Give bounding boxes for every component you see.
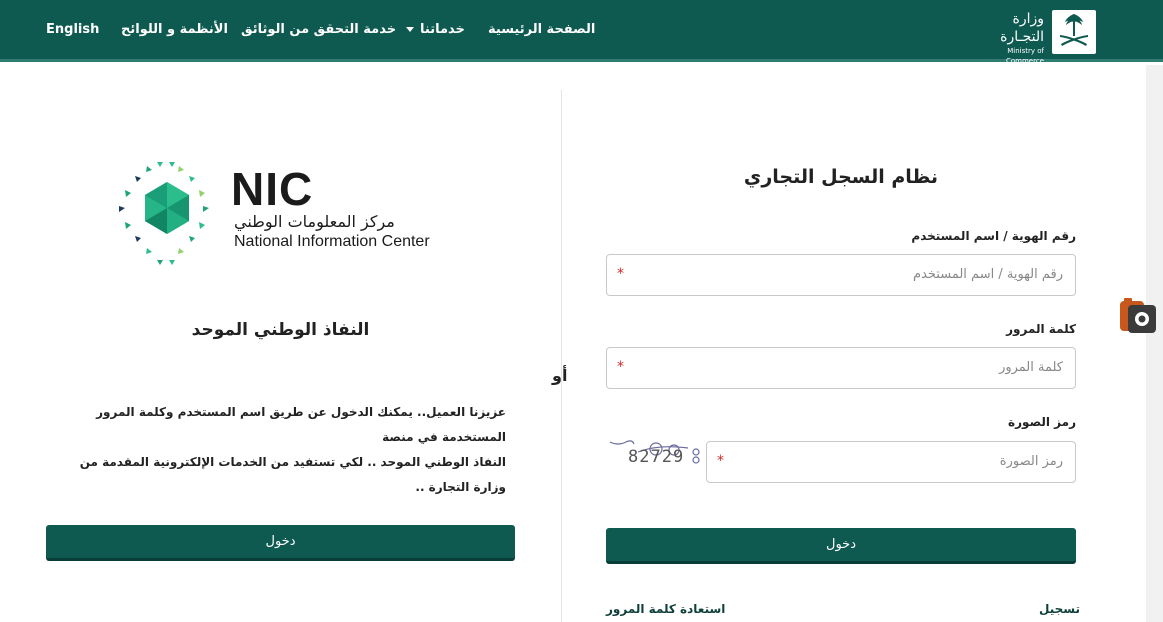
nic-wordmark: NIC [231, 163, 314, 215]
id-field-placeholder: رقم الهوية / اسم المستخدم [913, 267, 1063, 282]
captcha-image: 82729 [608, 438, 704, 470]
nic-name-en: National Information Center [234, 233, 430, 250]
sso-title: النفاذ الوطني الموحد [191, 320, 370, 340]
top-nav-bar: English الأنظمة و اللوائح خدمة التحقق من… [0, 0, 1163, 65]
sso-description: عزيزنا العميل.. يمكنك الدخول عن طريق اسم… [46, 400, 506, 500]
register-link[interactable]: تسجيل [1039, 602, 1080, 616]
id-field[interactable]: رقم الهوية / اسم المستخدم * [606, 254, 1076, 296]
recover-password-link[interactable]: استعادة كلمة المرور [606, 602, 725, 616]
nav-services-dropdown[interactable]: خدماتنا [406, 22, 465, 37]
or-separator: أو [552, 366, 568, 385]
registry-login-button[interactable]: دخول [606, 528, 1076, 564]
nav-services-label: خدماتنا [420, 22, 465, 37]
sso-description-line-1: عزيزنا العميل.. يمكنك الدخول عن طريق اسم… [96, 405, 506, 444]
nic-hex-logo-icon [117, 160, 217, 268]
nav-english-link[interactable]: English [46, 22, 99, 37]
palm-swords-emblem-icon [1052, 10, 1096, 54]
required-mark: * [617, 359, 624, 375]
scrollbar-track[interactable] [1146, 65, 1163, 622]
required-mark: * [617, 266, 624, 282]
camera-badge-icon[interactable] [1118, 297, 1158, 335]
captcha-field-label: رمز الصورة [1008, 415, 1076, 429]
registry-login-title: نظام السجل التجاري [743, 166, 939, 188]
nav-home-link[interactable]: الصفحة الرئيسية [488, 22, 595, 37]
password-field[interactable]: كلمة المرور * [606, 347, 1076, 389]
password-field-label: كلمة المرور [1006, 322, 1076, 336]
captcha-field-placeholder: رمز الصورة [999, 454, 1063, 469]
captcha-code: 82729 [628, 447, 685, 467]
brand-text: وزارة التجـارة Ministry of Commerce [968, 10, 1044, 66]
nic-name-ar: مركز المعلومات الوطني [234, 212, 395, 231]
password-field-placeholder: كلمة المرور [999, 360, 1063, 375]
captcha-field[interactable]: رمز الصورة * [706, 441, 1076, 483]
id-field-label: رقم الهوية / اسم المستخدم [911, 229, 1076, 243]
brand-name-ar: وزارة التجـارة [1000, 11, 1044, 45]
panel-divider [561, 90, 562, 622]
brand-logo[interactable]: وزارة التجـارة Ministry of Commerce [968, 10, 1098, 65]
required-mark: * [717, 453, 724, 469]
sso-description-line-2: النفاذ الوطني الموحد .. لكي تستفيد من ال… [79, 455, 506, 494]
nav-regulations-link[interactable]: الأنظمة و اللوائح [121, 22, 228, 37]
nav-doc-verification-link[interactable]: خدمة التحقق من الوثائق [241, 22, 396, 37]
sso-login-button[interactable]: دخول [46, 525, 515, 561]
chevron-down-icon [406, 27, 414, 32]
brand-name-en: Ministry of Commerce [1006, 47, 1044, 65]
